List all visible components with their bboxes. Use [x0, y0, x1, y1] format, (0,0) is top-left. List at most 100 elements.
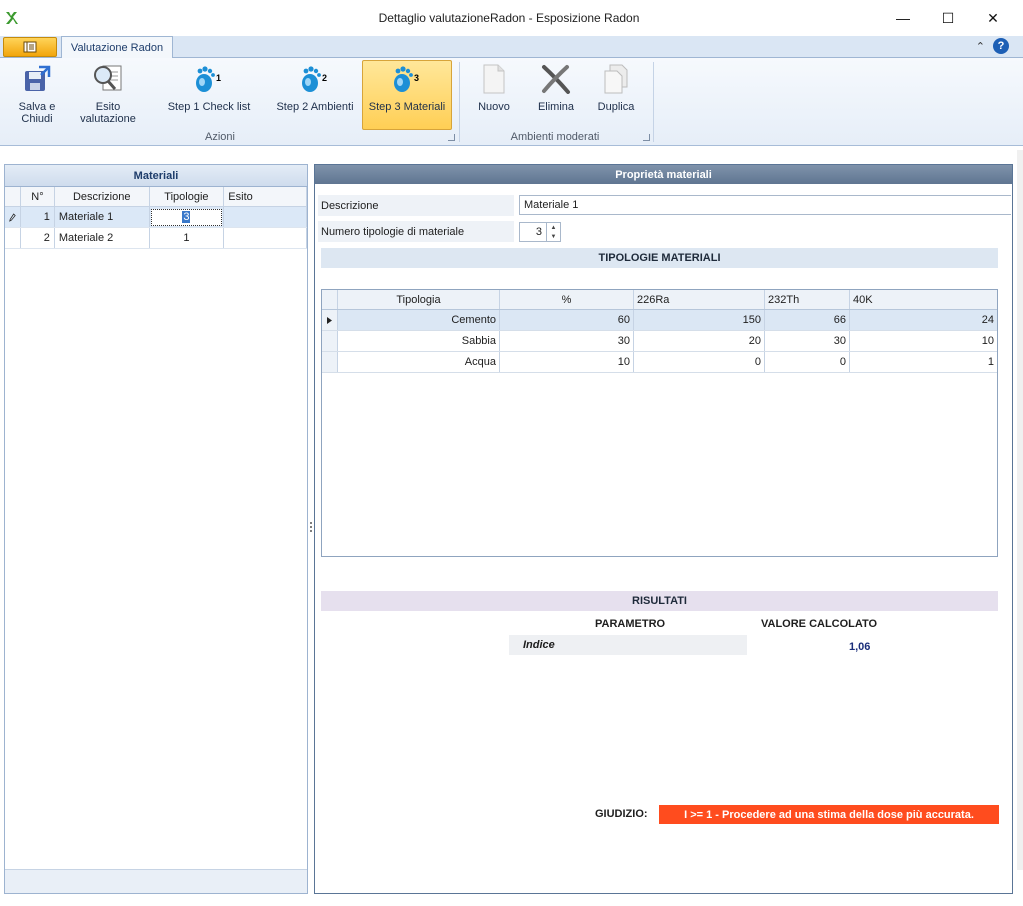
table-row[interactable]: 1 Materiale 1 3 [5, 207, 307, 228]
elimina-button[interactable]: Elimina [532, 60, 580, 128]
close-button[interactable]: ✕ [970, 4, 1016, 32]
collapse-ribbon-icon[interactable]: ⌃ [976, 40, 985, 53]
table-row[interactable]: Acqua 10 0 0 1 [322, 352, 997, 373]
numero-tipologie-stepper[interactable]: 3 ▲ ▼ [519, 222, 561, 242]
row-indicator-header [5, 187, 21, 206]
application-menu-button[interactable] [3, 37, 57, 57]
col-header-tipologia[interactable]: Tipologia [338, 290, 500, 309]
maximize-button[interactable]: ☐ [925, 4, 971, 32]
stepper-up-icon[interactable]: ▲ [547, 223, 560, 232]
cell-232th[interactable]: 66 [765, 310, 850, 330]
table-row[interactable]: Sabbia 30 20 30 10 [322, 331, 997, 352]
descrizione-label: Descrizione [318, 195, 514, 216]
row-descrizione[interactable]: Materiale 1 [55, 207, 150, 227]
svg-text:2: 2 [322, 73, 327, 83]
azioni-launcher-icon[interactable] [448, 134, 455, 141]
step1-label: Step 1 Check list [167, 101, 251, 113]
col-header-percent[interactable]: % [500, 290, 634, 309]
cell-40k[interactable]: 24 [850, 310, 997, 330]
tipologie-edit-input[interactable]: 3 [150, 208, 223, 226]
descrizione-input[interactable]: Materiale 1 [519, 195, 1011, 215]
menu-icon [23, 41, 37, 53]
tipologie-materiali-header: TIPOLOGIE MATERIALI [321, 248, 998, 268]
nuovo-button[interactable]: Nuovo [470, 60, 518, 128]
col-header-226ra[interactable]: 226Ra [634, 290, 765, 309]
delete-x-icon [539, 61, 573, 97]
step3-materiali-button[interactable]: 3 Step 3 Materiali [362, 60, 452, 130]
cell-40k[interactable]: 1 [850, 352, 997, 372]
cell-226ra[interactable]: 150 [634, 310, 765, 330]
giudizio-label: GIUDIZIO: [595, 808, 648, 820]
stepper-down-icon[interactable]: ▼ [547, 232, 560, 241]
row-indicator [5, 228, 21, 248]
save-icon [20, 61, 54, 97]
cell-percent[interactable]: 60 [500, 310, 634, 330]
materiali-grid-header: N° Descrizione Tipologie Esito [5, 187, 308, 207]
numero-tipologie-label: Numero tipologie di materiale [318, 221, 514, 242]
giudizio-badge: I >= 1 - Procedere ad una stima della do… [659, 805, 999, 824]
tab-valutazione-radon[interactable]: Valutazione Radon [61, 36, 173, 59]
window-edge [1017, 150, 1023, 870]
esito-label-1: Esito [95, 101, 121, 113]
proprieta-title: Proprietà materiali [315, 165, 1012, 184]
group-separator [653, 62, 654, 142]
cell-226ra[interactable]: 0 [634, 352, 765, 372]
magnifier-document-icon [91, 61, 125, 97]
row-tipologie[interactable]: 1 [150, 228, 225, 248]
help-icon[interactable]: ? [993, 38, 1009, 54]
cell-226ra[interactable]: 20 [634, 331, 765, 351]
col-header-esito[interactable]: Esito [224, 187, 308, 206]
cell-tipologia[interactable]: Sabbia [338, 331, 500, 351]
step3-label: Step 3 Materiali [368, 101, 446, 113]
footprint-step3-icon: 3 [390, 61, 424, 97]
table-row[interactable]: Cemento 60 150 66 24 [322, 310, 997, 331]
minimize-button[interactable]: — [880, 4, 926, 32]
cell-percent[interactable]: 10 [500, 352, 634, 372]
row-esito[interactable] [224, 207, 307, 227]
duplicate-document-icon [599, 61, 633, 97]
step1-checklist-button[interactable]: 1 Step 1 Check list [166, 60, 252, 128]
col-header-40k[interactable]: 40K [850, 290, 997, 309]
duplica-button[interactable]: Duplica [592, 60, 640, 128]
col-header-num[interactable]: N° [21, 187, 55, 206]
materiali-footer [5, 869, 307, 893]
svg-text:1: 1 [216, 73, 221, 83]
save-label-1: Salva e [18, 101, 56, 113]
row-indicator [322, 352, 338, 372]
row-descrizione[interactable]: Materiale 2 [55, 228, 150, 248]
row-indicator-header [322, 290, 338, 309]
elimina-label: Elimina [537, 101, 575, 113]
cell-40k[interactable]: 10 [850, 331, 997, 351]
indice-value: 1,06 [849, 641, 871, 653]
ribbon-tools: ⌃ ? [976, 38, 1009, 54]
ribbon: Salva e Chiudi Esito valutazione 1 Step … [0, 58, 1023, 146]
footprint-step1-icon: 1 [192, 61, 226, 97]
group-label-ambienti: Ambienti moderati [510, 131, 600, 143]
cell-232th[interactable]: 30 [765, 331, 850, 351]
ambienti-launcher-icon[interactable] [643, 134, 650, 141]
tipologie-table-header: Tipologia % 226Ra 232Th 40K [322, 290, 997, 310]
row-num: 2 [21, 228, 55, 248]
esito-valutazione-button[interactable]: Esito valutazione [76, 60, 140, 128]
group-label-azioni: Azioni [205, 131, 235, 143]
footprint-step2-icon: 2 [298, 61, 332, 97]
indice-label: Indice [509, 635, 747, 655]
cell-tipologia[interactable]: Acqua [338, 352, 500, 372]
save-close-button[interactable]: Salva e Chiudi [12, 60, 62, 128]
numero-tipologie-value[interactable]: 3 [520, 223, 546, 241]
cell-percent[interactable]: 30 [500, 331, 634, 351]
title-bar: Dettaglio valutazioneRadon - Esposizione… [0, 0, 1023, 36]
stepper-buttons[interactable]: ▲ ▼ [546, 223, 560, 241]
table-row[interactable]: 2 Materiale 2 1 [5, 228, 308, 249]
cell-tipologia[interactable]: Cemento [338, 310, 500, 330]
col-header-232th[interactable]: 232Th [765, 290, 850, 309]
col-header-tipologie[interactable]: Tipologie [150, 187, 225, 206]
col-header-descrizione[interactable]: Descrizione [55, 187, 150, 206]
panel-splitter[interactable] [309, 520, 313, 536]
row-tipologie-editor[interactable]: 3 [150, 207, 225, 227]
cell-232th[interactable]: 0 [765, 352, 850, 372]
new-document-icon [477, 61, 511, 97]
row-esito[interactable] [224, 228, 308, 248]
save-label-2: Chiudi [21, 113, 53, 125]
step2-ambienti-button[interactable]: 2 Step 2 Ambienti [274, 60, 356, 128]
